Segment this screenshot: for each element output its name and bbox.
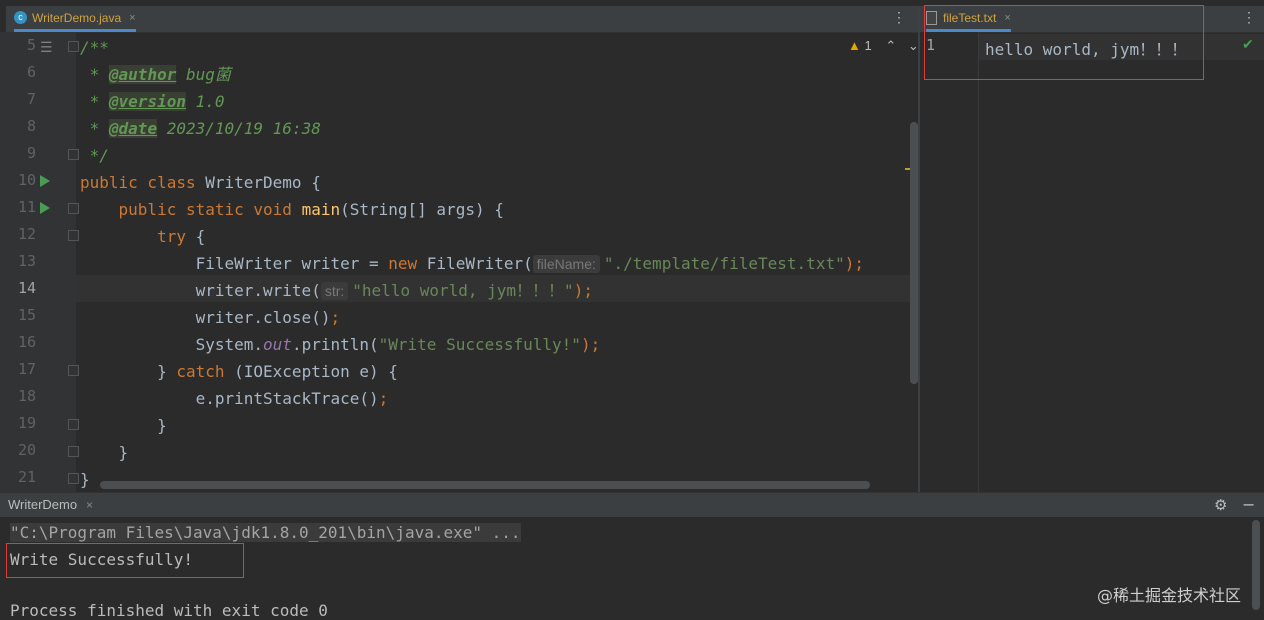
warning-count: 1 — [864, 38, 872, 53]
fold-marker[interactable] — [68, 419, 79, 430]
more-icon[interactable]: ⋮ — [1242, 9, 1256, 26]
run-tab-writerdemo[interactable]: WriterDemo — [8, 497, 77, 512]
code-line-21: } — [80, 470, 90, 489]
code-line-17: } catch (IOException e) { — [157, 362, 398, 381]
more-icon[interactable]: ⋮ — [892, 9, 906, 26]
line-number: 20 — [17, 441, 36, 459]
line-number: 17 — [17, 360, 36, 378]
fold-marker[interactable] — [68, 473, 79, 484]
highlight-box-output — [6, 543, 244, 578]
watermark: @稀土掘金技术社区 — [1097, 586, 1242, 605]
line-number: 9 — [26, 144, 36, 162]
code-line-19: } — [157, 416, 167, 435]
console-command-line: "C:\Program Files\Java\jdk1.8.0_201\bin\… — [10, 523, 521, 542]
line-number: 6 — [26, 63, 36, 81]
tab-writerdemo-java[interactable]: c WriterDemo.java × — [14, 6, 136, 32]
fold-marker[interactable] — [68, 203, 79, 214]
run-gutter-icon[interactable] — [40, 175, 50, 187]
line-number: 14 — [17, 279, 36, 297]
check-icon: ✔ — [1242, 36, 1254, 52]
code-line-5: /** — [80, 38, 109, 57]
right-editor-gutter — [920, 32, 979, 492]
fold-marker[interactable] — [68, 149, 79, 160]
line-number: 19 — [17, 414, 36, 432]
console-scrollbar[interactable] — [1252, 520, 1260, 610]
run-panel-tabbar: WriterDemo × ⚙ − — [0, 492, 1264, 517]
vertical-scrollbar[interactable] — [910, 122, 918, 384]
highlight-box-file-content — [924, 5, 1204, 80]
code-line-6: * @author bug菌 — [80, 65, 231, 84]
console-exit-line: Process finished with exit code 0 — [10, 601, 328, 620]
warning-icon: ▲ — [848, 38, 861, 53]
run-gutter-icon[interactable] — [40, 202, 50, 214]
tab-label: WriterDemo.java — [32, 10, 122, 25]
line-number: 18 — [17, 387, 36, 405]
line-number: 16 — [17, 333, 36, 351]
fold-marker[interactable] — [68, 365, 79, 376]
code-line-10: public class WriterDemo { — [80, 173, 321, 192]
line-number: 21 — [17, 468, 36, 486]
fold-marker[interactable] — [68, 230, 79, 241]
code-line-11: public static void main(String[] args) { — [118, 200, 504, 219]
gear-icon[interactable]: ⚙ — [1214, 496, 1227, 514]
chevron-up-icon[interactable]: ⌃ — [885, 38, 896, 53]
close-icon[interactable]: × — [86, 498, 93, 512]
line-number: 13 — [17, 252, 36, 270]
fold-marker[interactable] — [68, 446, 79, 457]
parameter-hint: fileName: — [532, 255, 600, 273]
code-line-16: System.out.println("Write Successfully!"… — [195, 335, 601, 354]
line-number: 8 — [26, 117, 36, 135]
line-number: 12 — [17, 225, 36, 243]
horizontal-scrollbar[interactable] — [100, 481, 870, 489]
close-icon[interactable]: × — [129, 12, 135, 24]
editor-tabbar-left: c WriterDemo.java × ⋮ — [6, 6, 918, 33]
code-line-8: * @date 2023/10/19 16:38 — [80, 119, 321, 138]
line-number: 10 — [17, 171, 36, 189]
line-number: 11 — [17, 198, 36, 216]
line-number: 7 — [26, 90, 36, 108]
java-class-icon: c — [14, 11, 27, 24]
code-line-12: try { — [157, 227, 206, 246]
code-line-9: */ — [80, 146, 109, 165]
code-line-14: writer.write(str: "hello world, jym！！！"); — [195, 281, 593, 300]
line-number: 15 — [17, 306, 36, 324]
code-line-20: } — [118, 443, 129, 462]
code-line-7: * @version 1.0 — [80, 92, 225, 111]
fold-marker[interactable] — [68, 41, 79, 52]
code-line-15: writer.close(); — [195, 308, 341, 327]
code-line-13: FileWriter writer = new FileWriter(fileN… — [195, 254, 864, 273]
parameter-hint: str: — [320, 282, 349, 300]
inspection-widget[interactable]: ▲ 1 ⌃ ⌄ — [848, 38, 919, 54]
minimize-icon[interactable]: − — [1242, 495, 1255, 514]
bookmark-icon[interactable]: ☰ — [40, 40, 53, 56]
code-line-18: e.printStackTrace(); — [195, 389, 389, 408]
line-number: 5 — [26, 36, 36, 54]
